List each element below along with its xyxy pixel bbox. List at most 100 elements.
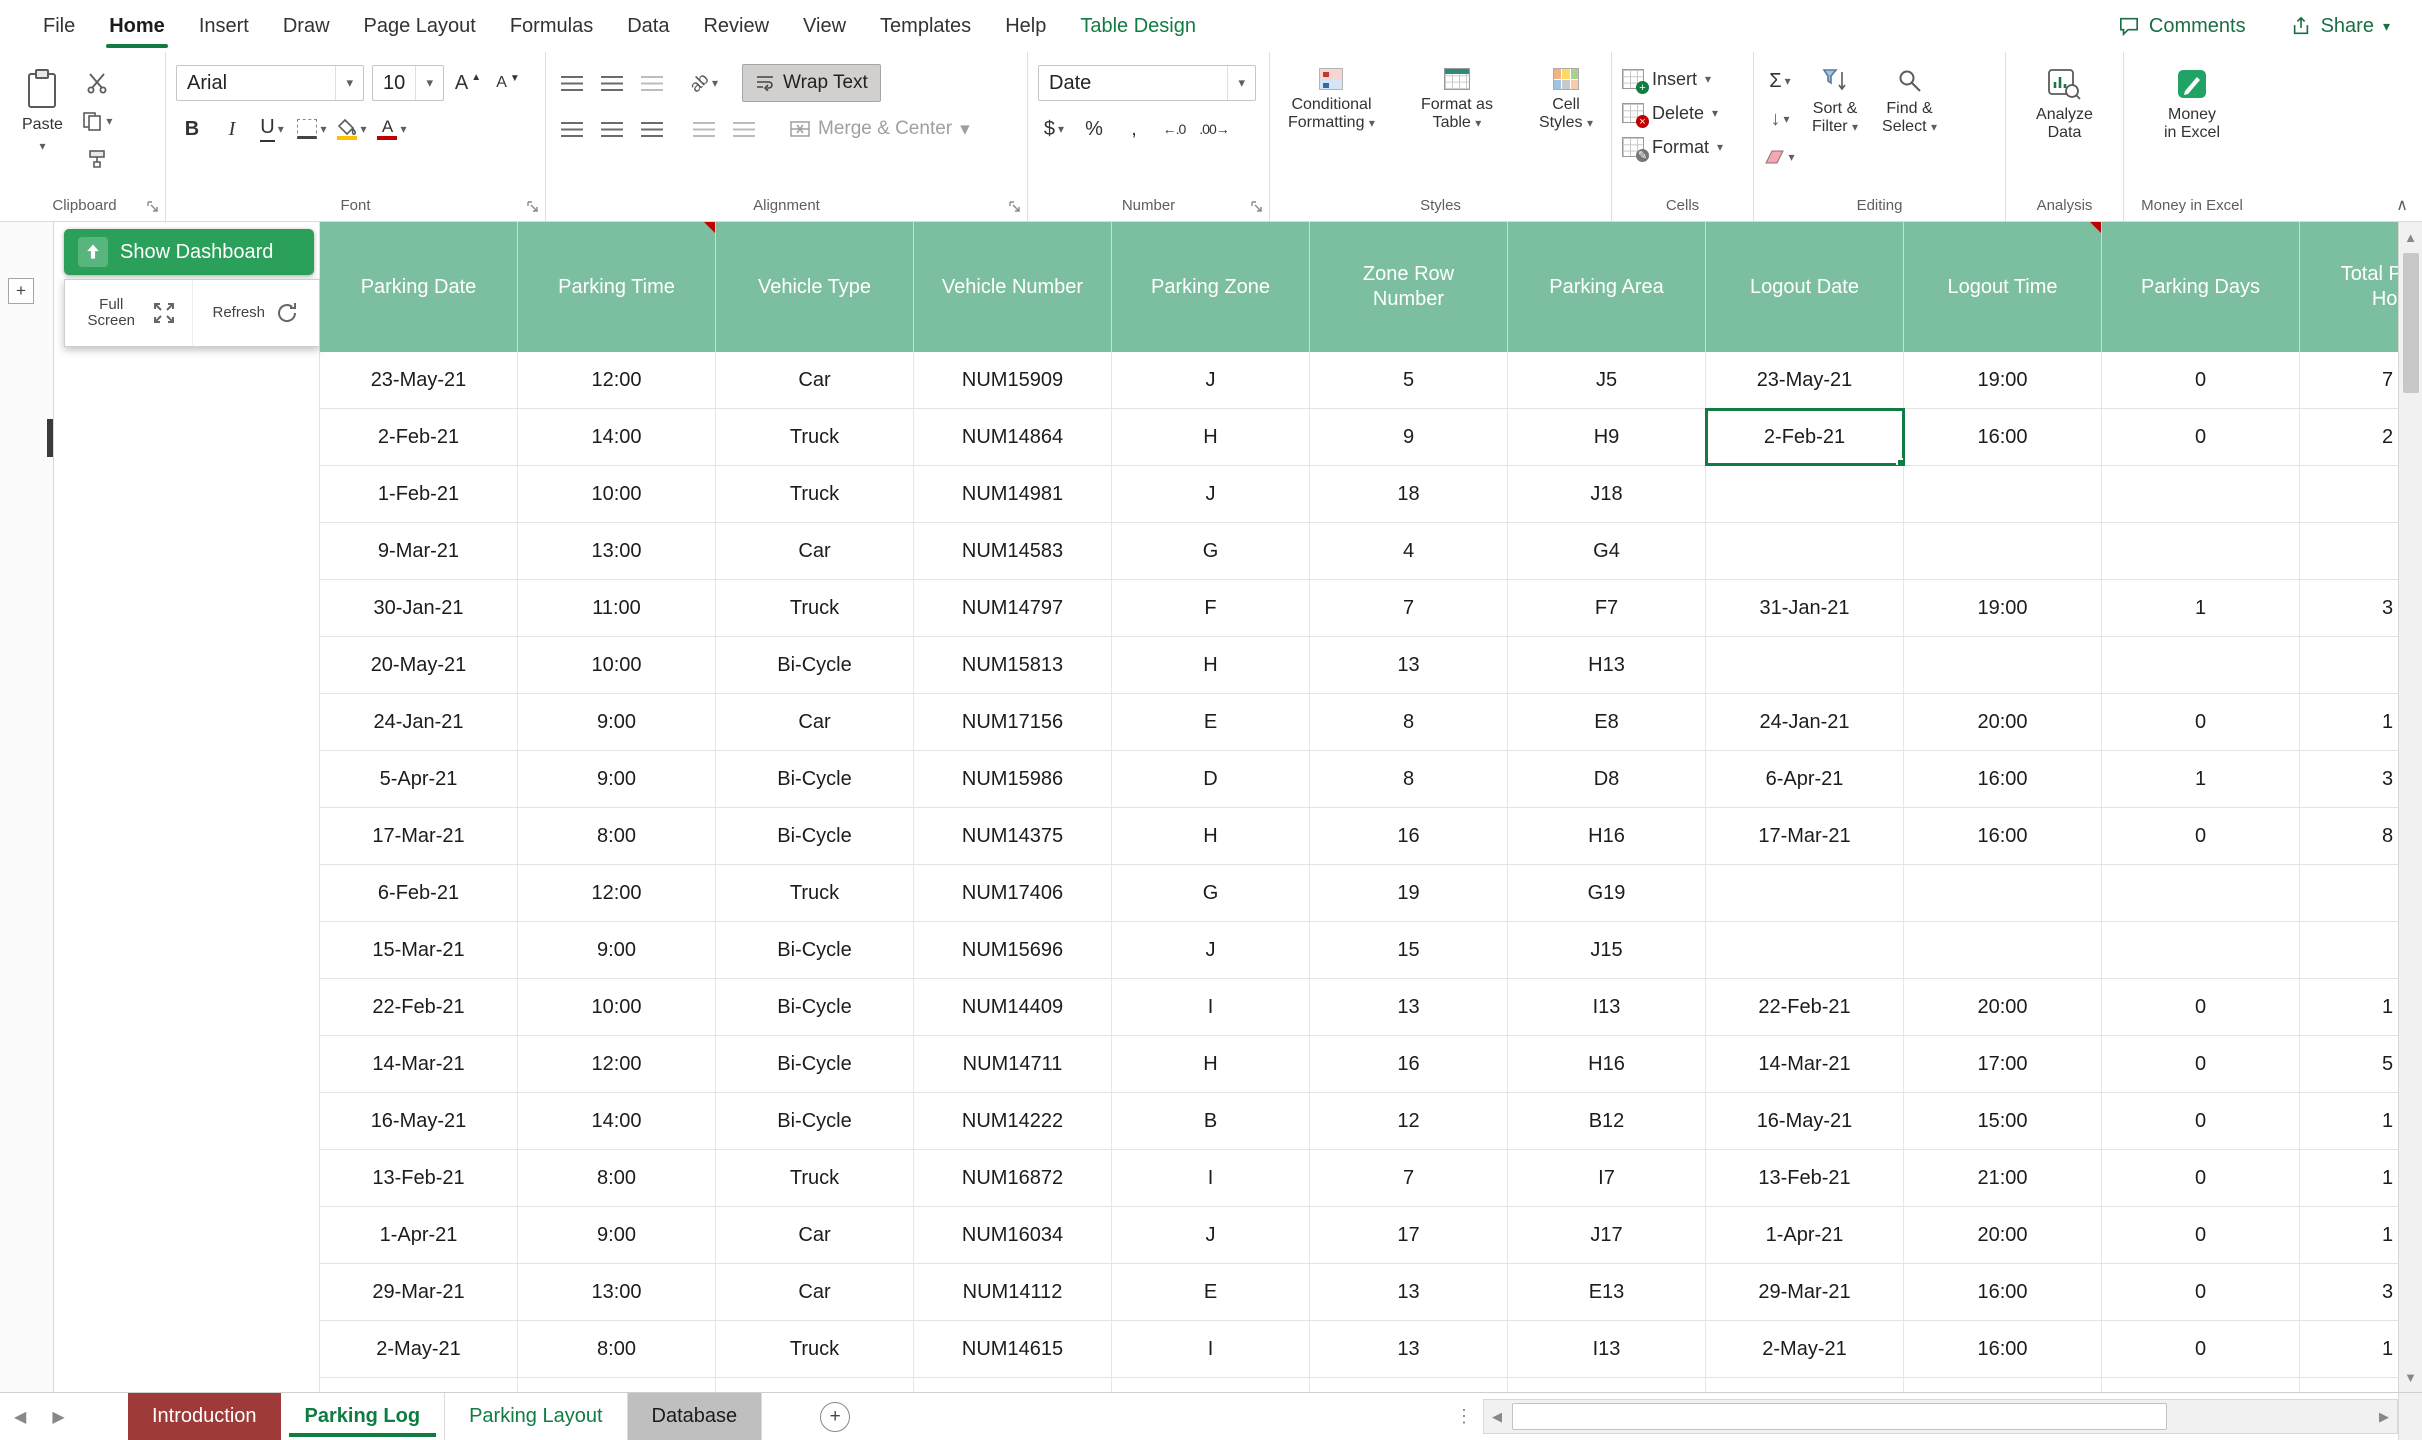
cell[interactable]: 9-Mar-21 (320, 523, 518, 579)
cell[interactable]: NUM15813 (914, 637, 1112, 693)
cell[interactable]: 0 (2102, 409, 2300, 465)
cell[interactable]: 11:00 (518, 580, 716, 636)
column-header-logout-date[interactable]: Logout Date (1706, 222, 1904, 352)
number-format-select[interactable]: Date ▾ (1038, 65, 1256, 101)
cell[interactable]: 24-Jan-21 (320, 694, 518, 750)
align-right-button[interactable] (636, 112, 668, 146)
dialog-launcher-icon[interactable] (146, 200, 159, 213)
comments-button[interactable]: Comments (2118, 15, 2246, 38)
cell[interactable] (2102, 1378, 2300, 1392)
menu-tab-help[interactable]: Help (988, 3, 1063, 50)
cut-button[interactable] (81, 66, 113, 100)
cell[interactable]: 23-May-21 (320, 352, 518, 408)
cell[interactable]: Bi-Cycle (716, 751, 914, 807)
autosum-button[interactable]: Σ ▾ (1764, 64, 1796, 98)
cell[interactable]: 6-Feb-21 (320, 865, 518, 921)
money-in-excel-button[interactable]: Moneyin Excel (2156, 60, 2228, 189)
cell[interactable]: NUM16034 (914, 1207, 1112, 1263)
cell[interactable] (2102, 865, 2300, 921)
cell[interactable]: 10:00 (518, 637, 716, 693)
cell[interactable] (2300, 1378, 2398, 1392)
cell[interactable]: 22-Feb-21 (1706, 979, 1904, 1035)
cell[interactable]: H (1112, 1036, 1310, 1092)
menu-tab-view[interactable]: View (786, 3, 863, 50)
cell[interactable] (1904, 637, 2102, 693)
cell[interactable]: H16 (1508, 808, 1706, 864)
cell[interactable]: 0 (2102, 979, 2300, 1035)
cell[interactable]: Car (716, 1264, 914, 1320)
align-top-button[interactable] (556, 66, 588, 100)
cell[interactable]: 30-Jan-21 (320, 580, 518, 636)
cell[interactable]: 5 (2300, 1036, 2398, 1092)
menu-tab-draw[interactable]: Draw (266, 3, 347, 50)
column-header-parking-area[interactable]: Parking Area (1508, 222, 1706, 352)
previous-sheet-button[interactable]: ◀ (14, 1407, 26, 1427)
cell[interactable]: 14-Mar-21 (1706, 1036, 1904, 1092)
menu-tab-review[interactable]: Review (686, 3, 786, 50)
cell[interactable]: J18 (1508, 466, 1706, 522)
cell[interactable] (2300, 523, 2398, 579)
cell[interactable]: Car (716, 694, 914, 750)
horizontal-scrollbar[interactable]: ◀ ▶ (1483, 1399, 2398, 1434)
align-left-button[interactable] (556, 112, 588, 146)
cell[interactable]: 24-Jan-21 (1706, 694, 1904, 750)
cell[interactable]: 14-Feb-21 (320, 1378, 518, 1392)
sheet-tab-parking-log[interactable]: Parking Log (281, 1393, 446, 1440)
cell[interactable]: NUM17156 (914, 694, 1112, 750)
comma-style-button[interactable]: , (1118, 112, 1150, 146)
column-header-parking-days[interactable]: Parking Days (2102, 222, 2300, 352)
cell[interactable]: D (1112, 751, 1310, 807)
cell[interactable]: 1 (2102, 751, 2300, 807)
cell[interactable]: 9:00 (518, 1207, 716, 1263)
cell[interactable] (1706, 637, 1904, 693)
cell[interactable]: 16 (1310, 1036, 1508, 1092)
dialog-launcher-icon[interactable] (1008, 200, 1021, 213)
cell[interactable]: 19:00 (1904, 580, 2102, 636)
cell[interactable]: 9:00 (518, 922, 716, 978)
scroll-left-button[interactable]: ◀ (1484, 1409, 1510, 1425)
cell[interactable]: I13 (1508, 1321, 1706, 1377)
cell[interactable] (1706, 865, 1904, 921)
cell[interactable]: NUM16401 (914, 1378, 1112, 1392)
cell[interactable]: 1 (2102, 580, 2300, 636)
decrease-indent-button[interactable] (688, 112, 720, 146)
cell[interactable]: 10:00 (518, 979, 716, 1035)
cell[interactable]: Bi-Cycle (716, 1036, 914, 1092)
accounting-format-button[interactable]: $ ▾ (1038, 112, 1070, 146)
selected-cell[interactable]: 2-Feb-21 (1706, 409, 1904, 465)
cell[interactable]: Car (716, 1207, 914, 1263)
cell[interactable]: 9:00 (518, 694, 716, 750)
paste-button[interactable]: Paste ▾ (14, 60, 71, 189)
borders-button[interactable]: ▾ (296, 112, 328, 146)
cell[interactable]: 13:00 (518, 1264, 716, 1320)
cell[interactable]: 20:00 (1904, 979, 2102, 1035)
cell[interactable]: Truck (716, 1378, 914, 1392)
cell[interactable]: 13:00 (518, 523, 716, 579)
cell[interactable]: J (1112, 1207, 1310, 1263)
cell[interactable]: 5-Apr-21 (320, 751, 518, 807)
cell[interactable]: 16:00 (1904, 751, 2102, 807)
cell[interactable]: 7 (1310, 1150, 1508, 1206)
cell[interactable] (2300, 637, 2398, 693)
cell[interactable]: 16:00 (1904, 1321, 2102, 1377)
orientation-button[interactable]: ab ▾ (688, 66, 720, 100)
cell[interactable]: 8 (1310, 751, 1508, 807)
cell[interactable]: 8:00 (518, 808, 716, 864)
cell[interactable]: 18 (1310, 466, 1508, 522)
cell[interactable] (2300, 865, 2398, 921)
menu-tab-file[interactable]: File (26, 3, 92, 50)
merge-center-button[interactable]: Merge & Center ▾ (782, 110, 978, 148)
cell[interactable]: 19 (1310, 865, 1508, 921)
cell[interactable]: 2-Feb-21 (320, 409, 518, 465)
cell[interactable]: NUM14222 (914, 1093, 1112, 1149)
cell[interactable] (1904, 523, 2102, 579)
cell[interactable]: J15 (1508, 922, 1706, 978)
cell[interactable]: NUM14864 (914, 409, 1112, 465)
increase-font-size-button[interactable]: A▲ (452, 66, 484, 100)
menu-tab-home[interactable]: Home (92, 3, 182, 50)
cell[interactable]: 1-Apr-21 (320, 1207, 518, 1263)
cell[interactable]: 19:00 (1904, 352, 2102, 408)
fill-handle[interactable] (1896, 458, 1904, 465)
cell[interactable]: G (1112, 865, 1310, 921)
cell[interactable]: 0 (2102, 1150, 2300, 1206)
